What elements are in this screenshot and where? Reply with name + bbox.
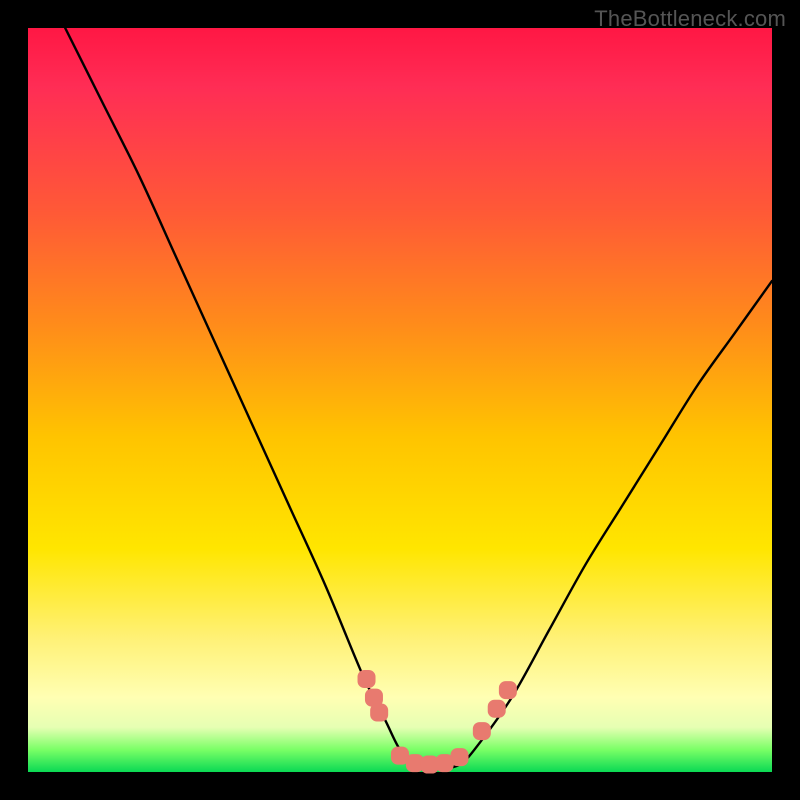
curve-marker <box>358 670 376 688</box>
chart-frame: TheBottleneck.com <box>0 0 800 800</box>
curve-marker <box>499 681 517 699</box>
bottleneck-curve-path <box>65 28 772 769</box>
curve-markers <box>358 670 517 774</box>
curve-marker <box>370 703 388 721</box>
curve-marker <box>451 748 469 766</box>
curve-marker <box>473 722 491 740</box>
chart-plot-area <box>28 28 772 772</box>
bottleneck-curve-svg <box>28 28 772 772</box>
curve-marker <box>488 700 506 718</box>
watermark-text: TheBottleneck.com <box>594 6 786 32</box>
